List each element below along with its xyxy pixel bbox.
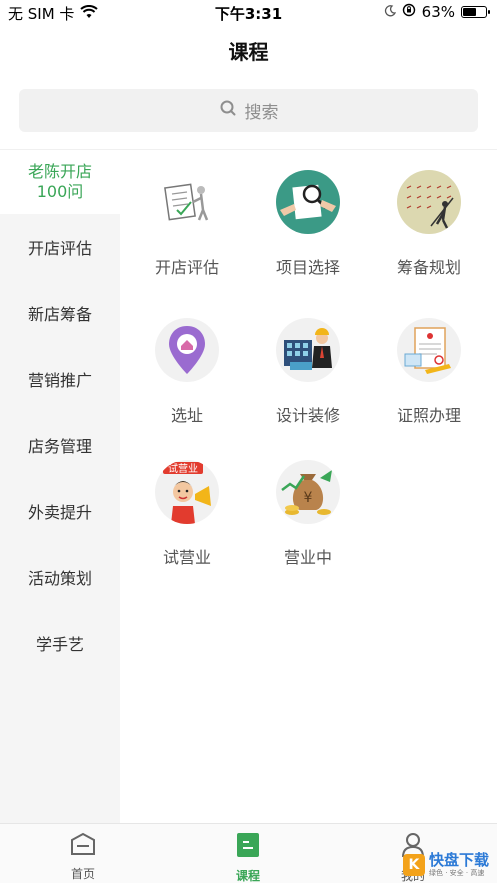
megaphone-person-icon: 试营业 xyxy=(155,460,219,524)
course-item-label: 营业中 xyxy=(283,548,332,567)
checklist-icon xyxy=(155,170,219,234)
course-item-label: 项目选择 xyxy=(275,258,340,277)
watermark-brand: 快盘下载 xyxy=(428,851,489,869)
sidebar-item-label: 新店筹备 xyxy=(27,305,92,324)
certificate-icon xyxy=(397,318,461,382)
sidebar-item-delivery[interactable]: 外卖提升 xyxy=(0,478,120,544)
magnifier-document-icon xyxy=(276,170,340,234)
course-item-license-application[interactable]: 证照办理 xyxy=(369,318,489,438)
course-item-label: 试营业 xyxy=(162,548,211,567)
course-item-label: 证照办理 xyxy=(396,406,461,425)
sidebar-item-new-store-prep[interactable]: 新店筹备 xyxy=(0,280,120,346)
construction-worker-icon xyxy=(276,318,340,382)
course-item-label: 筹备规划 xyxy=(396,258,461,277)
course-item-label: 设计装修 xyxy=(275,406,340,425)
tab-label: 课程 xyxy=(235,869,260,883)
orientation-lock-icon xyxy=(402,3,416,21)
search-placeholder: 搜索 xyxy=(244,103,279,123)
tab-home[interactable]: 首页 xyxy=(43,832,123,882)
sidebar-item-label: 开店评估 xyxy=(27,239,92,258)
search-icon xyxy=(219,99,237,122)
course-item-label: 开店评估 xyxy=(154,258,219,277)
sidebar-item-label: 学手艺 xyxy=(35,635,84,654)
page-title: 课程 xyxy=(228,40,269,64)
status-bar: 无 SIM 卡 下午3:31 63% xyxy=(0,0,497,26)
svg-text:¥: ¥ xyxy=(304,490,313,506)
course-item-project-selection[interactable]: 项目选择 xyxy=(248,170,368,290)
tab-course[interactable]: 课程 xyxy=(208,832,288,883)
course-item-store-evaluation[interactable]: 开店评估 xyxy=(127,170,247,290)
category-sidebar: 老陈开店 100问 开店评估 新店筹备 营销推广 店务管理 外卖提升 活动策划 … xyxy=(0,150,120,823)
watermark-text: 快盘下载 绿色 · 安全 · 高速 xyxy=(429,853,489,877)
trial-badge-text: 试营业 xyxy=(168,462,198,475)
watermark-tagline: 绿色 · 安全 · 高速 xyxy=(428,869,485,877)
search-input[interactable]: 搜索 xyxy=(19,89,478,132)
home-icon xyxy=(70,832,96,859)
tab-label: 首页 xyxy=(70,867,95,881)
course-item-label: 选址 xyxy=(170,406,203,425)
course-book-icon xyxy=(236,832,260,861)
location-pin-icon xyxy=(155,318,219,382)
course-item-site-selection[interactable]: 选址 xyxy=(127,318,247,438)
battery-icon xyxy=(461,6,490,18)
tab-bar: 首页 课程 我的 K 快盘下载 绿色 · 安全 · 高速 xyxy=(0,823,497,883)
sidebar-item-label: 老陈开店 100问 xyxy=(27,162,92,201)
sidebar-item-label: 店务管理 xyxy=(27,437,92,456)
sidebar-item-store-management[interactable]: 店务管理 xyxy=(0,412,120,478)
watermark: K 快盘下载 绿色 · 安全 · 高速 xyxy=(402,853,489,877)
sidebar-item-label: 活动策划 xyxy=(27,569,92,588)
sidebar-item-label: 外卖提升 xyxy=(27,503,92,522)
sidebar-item-store-evaluation[interactable]: 开店评估 xyxy=(0,214,120,280)
sidebar-item-marketing[interactable]: 营销推广 xyxy=(0,346,120,412)
moon-icon xyxy=(384,3,396,21)
planning-board-icon xyxy=(397,170,461,234)
battery-level xyxy=(463,8,477,16)
course-item-preparation-planning[interactable]: 筹备规划 xyxy=(369,170,489,290)
sidebar-item-events[interactable]: 活动策划 xyxy=(0,544,120,610)
course-item-design-decoration[interactable]: 设计装修 xyxy=(248,318,368,438)
course-item-trial-operation[interactable]: 试营业 试营业 xyxy=(127,460,247,580)
course-item-in-operation[interactable]: ¥ 营业中 xyxy=(248,460,368,580)
status-right: 63% xyxy=(384,3,490,21)
watermark-logo: K xyxy=(402,854,425,876)
sidebar-item-faq[interactable]: 老陈开店 100问 xyxy=(0,150,120,214)
sidebar-item-craft[interactable]: 学手艺 xyxy=(0,610,120,676)
sidebar-item-label: 营销推广 xyxy=(27,371,92,390)
money-bag-icon: ¥ xyxy=(276,460,340,524)
battery-percent: 63% xyxy=(421,3,455,21)
